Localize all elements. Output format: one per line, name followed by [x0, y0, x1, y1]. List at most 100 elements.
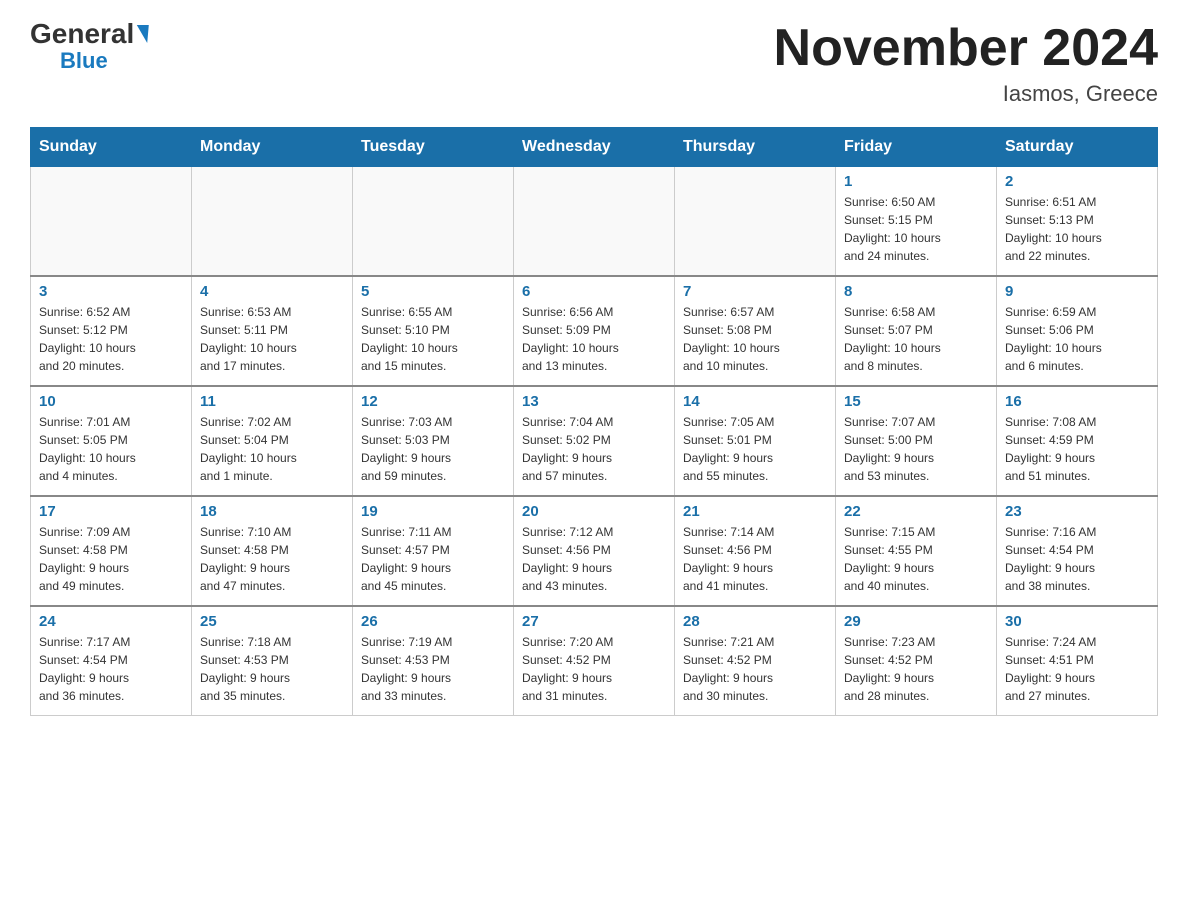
day-info: Sunrise: 7:07 AM Sunset: 5:00 PM Dayligh…: [844, 413, 988, 485]
calendar-day-cell: 29 Sunrise: 7:23 AM Sunset: 4:52 PM Dayli…: [836, 606, 997, 716]
day-info: Sunrise: 7:09 AM Sunset: 4:58 PM Dayligh…: [39, 523, 183, 595]
day-of-week-header: Monday: [192, 128, 353, 167]
day-number: 8: [844, 283, 988, 300]
day-of-week-header: Tuesday: [353, 128, 514, 167]
day-info: Sunrise: 7:23 AM Sunset: 4:52 PM Dayligh…: [844, 633, 988, 705]
day-number: 14: [683, 393, 827, 410]
day-info: Sunrise: 6:55 AM Sunset: 5:10 PM Dayligh…: [361, 303, 505, 375]
day-of-week-header: Saturday: [997, 128, 1158, 167]
day-info: Sunrise: 7:10 AM Sunset: 4:58 PM Dayligh…: [200, 523, 344, 595]
day-info: Sunrise: 6:58 AM Sunset: 5:07 PM Dayligh…: [844, 303, 988, 375]
day-number: 28: [683, 613, 827, 630]
day-info: Sunrise: 7:02 AM Sunset: 5:04 PM Dayligh…: [200, 413, 344, 485]
day-number: 21: [683, 503, 827, 520]
day-number: 6: [522, 283, 666, 300]
day-number: 27: [522, 613, 666, 630]
day-info: Sunrise: 7:19 AM Sunset: 4:53 PM Dayligh…: [361, 633, 505, 705]
calendar-day-cell: [675, 167, 836, 277]
calendar-day-cell: 26 Sunrise: 7:19 AM Sunset: 4:53 PM Dayli…: [353, 606, 514, 716]
day-number: 22: [844, 503, 988, 520]
day-of-week-header: Sunday: [31, 128, 192, 167]
day-number: 7: [683, 283, 827, 300]
day-info: Sunrise: 7:17 AM Sunset: 4:54 PM Dayligh…: [39, 633, 183, 705]
day-info: Sunrise: 7:05 AM Sunset: 5:01 PM Dayligh…: [683, 413, 827, 485]
calendar-day-cell: [353, 167, 514, 277]
day-number: 9: [1005, 283, 1149, 300]
calendar-day-cell: 1 Sunrise: 6:50 AM Sunset: 5:15 PM Daylig…: [836, 167, 997, 277]
day-number: 19: [361, 503, 505, 520]
calendar-day-cell: 16Sunrise: 7:08 AM Sunset: 4:59 PM Dayli…: [997, 386, 1158, 496]
calendar-day-cell: 25Sunrise: 7:18 AM Sunset: 4:53 PM Dayli…: [192, 606, 353, 716]
day-info: Sunrise: 6:57 AM Sunset: 5:08 PM Dayligh…: [683, 303, 827, 375]
calendar-day-cell: 11 Sunrise: 7:02 AM Sunset: 5:04 PM Dayli…: [192, 386, 353, 496]
logo-blue-text: Blue: [60, 48, 108, 74]
day-info: Sunrise: 6:51 AM Sunset: 5:13 PM Dayligh…: [1005, 193, 1149, 265]
calendar-day-cell: 17 Sunrise: 7:09 AM Sunset: 4:58 PM Dayli…: [31, 496, 192, 606]
day-number: 26: [361, 613, 505, 630]
calendar-day-cell: 19Sunrise: 7:11 AM Sunset: 4:57 PM Dayli…: [353, 496, 514, 606]
day-number: 1: [844, 173, 988, 190]
calendar-day-cell: 6 Sunrise: 6:56 AM Sunset: 5:09 PM Daylig…: [514, 276, 675, 386]
page-header: General Blue November 2024 Iasmos, Greec…: [30, 20, 1158, 107]
calendar-day-cell: 5 Sunrise: 6:55 AM Sunset: 5:10 PM Daylig…: [353, 276, 514, 386]
day-number: 25: [200, 613, 344, 630]
day-info: Sunrise: 7:21 AM Sunset: 4:52 PM Dayligh…: [683, 633, 827, 705]
day-info: Sunrise: 6:52 AM Sunset: 5:12 PM Dayligh…: [39, 303, 183, 375]
calendar-day-cell: 9 Sunrise: 6:59 AM Sunset: 5:06 PM Daylig…: [997, 276, 1158, 386]
day-number: 23: [1005, 503, 1149, 520]
day-number: 10: [39, 393, 183, 410]
day-number: 2: [1005, 173, 1149, 190]
day-of-week-header: Thursday: [675, 128, 836, 167]
day-number: 24: [39, 613, 183, 630]
calendar-day-cell: 22Sunrise: 7:15 AM Sunset: 4:55 PM Dayli…: [836, 496, 997, 606]
calendar-week-row: 3 Sunrise: 6:52 AM Sunset: 5:12 PM Daylig…: [31, 276, 1158, 386]
day-info: Sunrise: 7:01 AM Sunset: 5:05 PM Dayligh…: [39, 413, 183, 485]
day-info: Sunrise: 7:16 AM Sunset: 4:54 PM Dayligh…: [1005, 523, 1149, 595]
calendar-day-cell: 24 Sunrise: 7:17 AM Sunset: 4:54 PM Dayli…: [31, 606, 192, 716]
calendar-day-cell: [514, 167, 675, 277]
calendar-day-cell: 10 Sunrise: 7:01 AM Sunset: 5:05 PM Dayli…: [31, 386, 192, 496]
day-number: 4: [200, 283, 344, 300]
day-number: 18: [200, 503, 344, 520]
title-section: November 2024 Iasmos, Greece: [774, 20, 1158, 107]
day-info: Sunrise: 7:20 AM Sunset: 4:52 PM Dayligh…: [522, 633, 666, 705]
calendar-day-cell: 15Sunrise: 7:07 AM Sunset: 5:00 PM Dayli…: [836, 386, 997, 496]
day-of-week-header: Wednesday: [514, 128, 675, 167]
logo-general-text: General: [30, 20, 134, 48]
calendar-day-cell: 2 Sunrise: 6:51 AM Sunset: 5:13 PM Daylig…: [997, 167, 1158, 277]
day-number: 5: [361, 283, 505, 300]
day-number: 29: [844, 613, 988, 630]
day-info: Sunrise: 7:14 AM Sunset: 4:56 PM Dayligh…: [683, 523, 827, 595]
day-number: 30: [1005, 613, 1149, 630]
day-number: 12: [361, 393, 505, 410]
day-info: Sunrise: 7:12 AM Sunset: 4:56 PM Dayligh…: [522, 523, 666, 595]
day-info: Sunrise: 6:53 AM Sunset: 5:11 PM Dayligh…: [200, 303, 344, 375]
calendar-day-cell: 7 Sunrise: 6:57 AM Sunset: 5:08 PM Daylig…: [675, 276, 836, 386]
day-info: Sunrise: 6:59 AM Sunset: 5:06 PM Dayligh…: [1005, 303, 1149, 375]
calendar-table: SundayMondayTuesdayWednesdayThursdayFrid…: [30, 127, 1158, 716]
calendar-day-cell: 21 Sunrise: 7:14 AM Sunset: 4:56 PM Dayli…: [675, 496, 836, 606]
calendar-week-row: 17 Sunrise: 7:09 AM Sunset: 4:58 PM Dayli…: [31, 496, 1158, 606]
day-number: 3: [39, 283, 183, 300]
calendar-day-cell: 28 Sunrise: 7:21 AM Sunset: 4:52 PM Dayli…: [675, 606, 836, 716]
calendar-week-row: 1 Sunrise: 6:50 AM Sunset: 5:15 PM Daylig…: [31, 167, 1158, 277]
calendar-day-cell: 27 Sunrise: 7:20 AM Sunset: 4:52 PM Dayli…: [514, 606, 675, 716]
calendar-day-cell: 18 Sunrise: 7:10 AM Sunset: 4:58 PM Dayli…: [192, 496, 353, 606]
day-info: Sunrise: 7:24 AM Sunset: 4:51 PM Dayligh…: [1005, 633, 1149, 705]
logo: General Blue: [30, 20, 148, 74]
calendar-day-cell: 4 Sunrise: 6:53 AM Sunset: 5:11 PM Daylig…: [192, 276, 353, 386]
day-number: 11: [200, 393, 344, 410]
calendar-day-cell: 30 Sunrise: 7:24 AM Sunset: 4:51 PM Dayli…: [997, 606, 1158, 716]
calendar-day-cell: 20 Sunrise: 7:12 AM Sunset: 4:56 PM Dayli…: [514, 496, 675, 606]
calendar-day-cell: 8 Sunrise: 6:58 AM Sunset: 5:07 PM Daylig…: [836, 276, 997, 386]
calendar-day-cell: [31, 167, 192, 277]
day-info: Sunrise: 6:56 AM Sunset: 5:09 PM Dayligh…: [522, 303, 666, 375]
calendar-week-row: 10 Sunrise: 7:01 AM Sunset: 5:05 PM Dayli…: [31, 386, 1158, 496]
day-number: 13: [522, 393, 666, 410]
day-number: 20: [522, 503, 666, 520]
day-info: Sunrise: 7:08 AM Sunset: 4:59 PM Dayligh…: [1005, 413, 1149, 485]
calendar-week-row: 24 Sunrise: 7:17 AM Sunset: 4:54 PM Dayli…: [31, 606, 1158, 716]
day-info: Sunrise: 6:50 AM Sunset: 5:15 PM Dayligh…: [844, 193, 988, 265]
day-info: Sunrise: 7:03 AM Sunset: 5:03 PM Dayligh…: [361, 413, 505, 485]
day-number: 17: [39, 503, 183, 520]
